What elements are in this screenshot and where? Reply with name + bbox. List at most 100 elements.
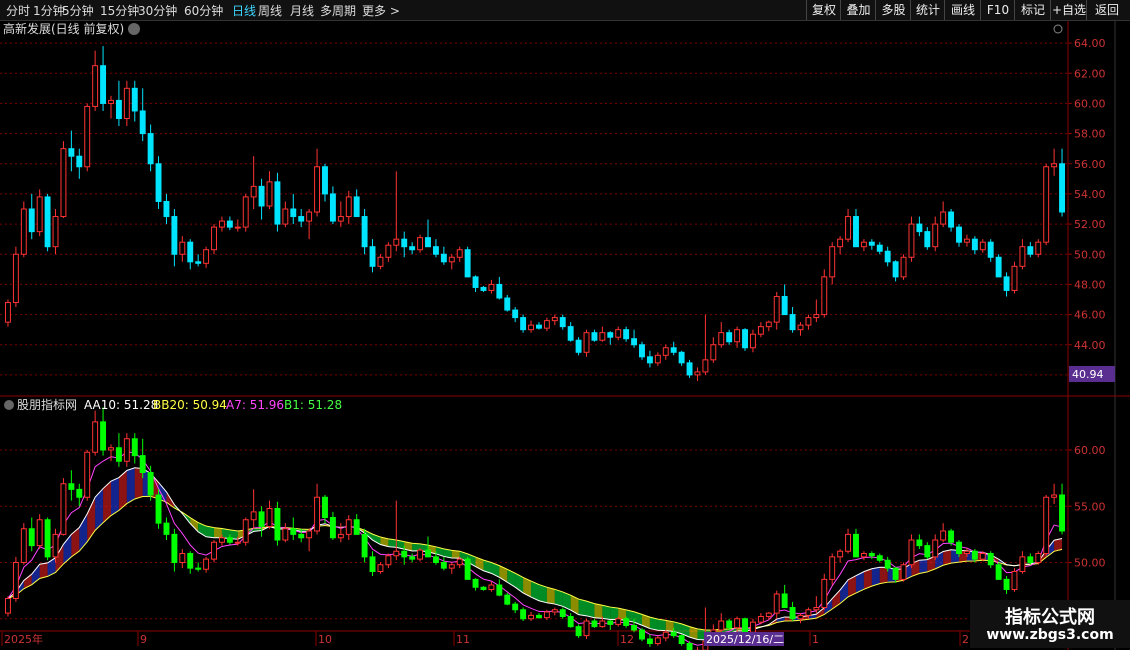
candle-body bbox=[559, 317, 566, 328]
indicator-candle-body bbox=[1019, 556, 1026, 572]
indicator-candle-body bbox=[361, 533, 368, 558]
y-tick-label: 64.00 bbox=[1074, 37, 1106, 50]
indicator-band bbox=[657, 619, 666, 631]
candle-body bbox=[298, 216, 305, 222]
indicator-candle-body bbox=[940, 530, 947, 541]
indicator-candle-body bbox=[377, 564, 384, 572]
indicator-dropdown-icon bbox=[4, 400, 14, 410]
indicator-candle-body bbox=[860, 553, 867, 558]
indicator-candle-body bbox=[670, 631, 677, 637]
candle-body bbox=[591, 332, 598, 341]
indicator-candle-body bbox=[504, 594, 511, 605]
candle-body bbox=[480, 286, 487, 291]
candle-body bbox=[195, 261, 202, 264]
candle-body bbox=[20, 208, 27, 255]
indicator-candle-body bbox=[821, 578, 828, 608]
indicator-band bbox=[594, 603, 603, 619]
candle-body bbox=[401, 238, 408, 248]
indicator-candle-body bbox=[963, 550, 970, 554]
candle-body bbox=[916, 223, 923, 233]
indicator-candle-body bbox=[353, 519, 360, 535]
indicator-candle-body bbox=[409, 556, 416, 560]
x-tick-label: 10 bbox=[318, 633, 332, 646]
indicator-candle-body bbox=[52, 533, 59, 558]
candle-body bbox=[28, 208, 35, 233]
indicator-band bbox=[39, 562, 48, 579]
indicator-candle-body bbox=[908, 539, 915, 566]
indicator-candle-body bbox=[749, 621, 756, 633]
indicator-value-label: BB20: 50.94 bbox=[153, 398, 227, 412]
indicator-candle-body bbox=[773, 593, 780, 614]
indicator-candle-body bbox=[718, 620, 725, 631]
indicator-candle-body bbox=[623, 618, 630, 626]
candle-body bbox=[726, 332, 733, 343]
candle-body bbox=[742, 329, 748, 349]
watermark-title: 指标公式网 bbox=[1005, 607, 1095, 628]
watermark-url: www.zbgs3.com bbox=[986, 627, 1114, 643]
indicator-candle-body bbox=[1027, 556, 1034, 563]
chart-stage: 64.00 62.00 60.00 58.00 56.00 54.00 52.00 50.00… bbox=[0, 21, 1130, 650]
candle-body bbox=[369, 246, 376, 267]
indicator-candle-body bbox=[631, 625, 638, 631]
candle-body bbox=[353, 196, 360, 218]
indicator-candle-body bbox=[76, 488, 83, 498]
indicator-candle-body bbox=[44, 519, 51, 558]
indicator-candle-body bbox=[1051, 494, 1058, 498]
candle-body bbox=[734, 329, 741, 343]
candle-body bbox=[266, 181, 273, 207]
indicator-candle-body bbox=[979, 553, 986, 560]
candle-body bbox=[100, 65, 107, 104]
candle-body bbox=[234, 226, 241, 229]
candle-body bbox=[670, 347, 677, 353]
candle-body bbox=[781, 295, 788, 316]
candle-body bbox=[868, 241, 875, 246]
indicator-candle-body bbox=[234, 541, 241, 544]
indicator-candle-body bbox=[417, 549, 424, 560]
candle-body bbox=[718, 332, 725, 346]
candle-body bbox=[1051, 163, 1058, 168]
candle-body bbox=[884, 250, 891, 263]
candle-body bbox=[448, 256, 455, 263]
indicator-candle-body bbox=[536, 614, 542, 619]
candle-body bbox=[599, 332, 606, 341]
x-tick-label: 2025年 bbox=[4, 632, 43, 646]
candle-body bbox=[979, 241, 986, 251]
candle-body bbox=[821, 276, 828, 316]
indicator-candle-body bbox=[139, 455, 146, 473]
candle-body bbox=[607, 332, 614, 338]
candle-body bbox=[551, 317, 558, 322]
indicator-candle-body bbox=[543, 611, 550, 619]
y-tick-label: 54.00 bbox=[1074, 188, 1106, 201]
indicator-candle-body bbox=[916, 539, 923, 547]
chart-title: 高新发展(日线 前复权) bbox=[3, 21, 124, 36]
candle-body bbox=[860, 241, 867, 248]
candle-body bbox=[171, 216, 178, 255]
y-tick-label: 46.00 bbox=[1074, 309, 1106, 322]
indicator-value-label: B1: 51.28 bbox=[284, 398, 342, 412]
candle-body bbox=[520, 317, 527, 331]
candle-body bbox=[631, 338, 638, 346]
indicator-candle-body bbox=[123, 438, 130, 462]
indicator-name: 股朋指标网 bbox=[17, 397, 77, 412]
candle-body bbox=[432, 246, 439, 255]
indicator-candle-body bbox=[60, 483, 67, 535]
indicator-candle-body bbox=[551, 609, 558, 613]
candle-body bbox=[908, 223, 915, 258]
indicator-candle-body bbox=[559, 609, 566, 617]
indicator-candle-body bbox=[678, 635, 685, 644]
indicator-candle-body bbox=[448, 564, 455, 569]
y-tick-label: 62.00 bbox=[1074, 67, 1106, 80]
candle-body bbox=[115, 99, 122, 120]
indicator-candle-body bbox=[242, 519, 249, 543]
watermark: 指标公式网 www.zbgs3.com bbox=[970, 600, 1130, 648]
candle-body bbox=[345, 196, 352, 218]
x-tick-label: 2 bbox=[962, 633, 969, 646]
indicator-candle-body bbox=[345, 519, 352, 535]
candle-body bbox=[92, 65, 99, 107]
indicator-candle-body bbox=[258, 511, 265, 527]
indicator-candle-body bbox=[337, 533, 344, 539]
candle-body bbox=[813, 314, 820, 319]
candle-body bbox=[385, 244, 392, 258]
indicator-candle-body bbox=[440, 562, 447, 569]
candle-body bbox=[68, 148, 75, 157]
